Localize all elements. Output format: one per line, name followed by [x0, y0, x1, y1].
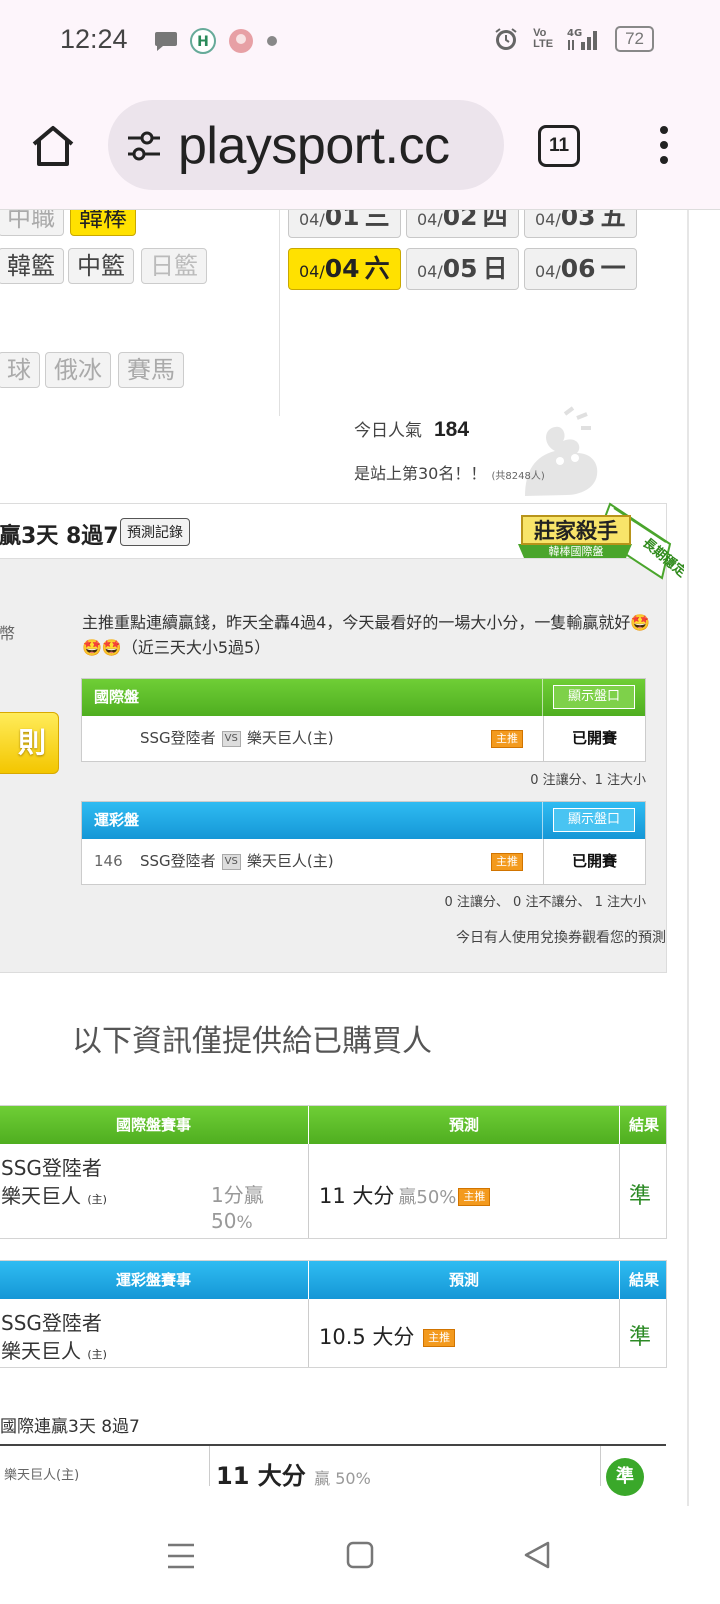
svg-text:4G: 4G [567, 28, 582, 39]
vs-icon: VS [221, 853, 241, 870]
record-button[interactable]: 預測記錄 [120, 518, 190, 546]
game-number: 146 [94, 852, 123, 870]
page-scrollbar-track [687, 210, 689, 1506]
menu-icon[interactable] [660, 126, 670, 171]
main-pick-tag: 主推 [491, 853, 523, 871]
date-0406[interactable]: 04/06 一 [524, 248, 637, 290]
prediction: 11 大分 贏50% 主推 [319, 1180, 491, 1210]
cat-ball[interactable]: 球 [0, 352, 40, 388]
away-team: SSG登陸者 [1, 1311, 102, 1335]
svg-text:韓棒國際盤: 韓棒國際盤 [549, 544, 604, 558]
away-team: SSG登陸者 [1, 1156, 102, 1180]
intl-match-row[interactable]: SSG登陸者 VS 樂天巨人(主) 主推 已開賽 [82, 716, 645, 761]
match-status: 已開賽 [543, 716, 645, 761]
history-table-peek: 樂天巨人(主) 11 大分 贏 50% 準 [0, 1444, 666, 1506]
lottery-market-header: 運彩盤 顯示盤口 [82, 802, 645, 839]
intl-count-note: 0 注讓分、1 注大小 [530, 773, 646, 788]
web-content: 中職 韓棒 韓籃 中籃 日籃 球 俄冰 賽馬 04/01 三 04/02 四 0… [0, 210, 720, 1506]
peek-result-icon: 準 [606, 1458, 644, 1496]
lottery-result-header: 運彩盤賽事 預測 結果 [0, 1261, 666, 1299]
intl-result-header: 國際盤賽事 預測 結果 [0, 1106, 666, 1144]
analysis-text: 主推重點連續贏錢，昨天全轟4過4，今天最看好的一場大小分，一隻輸贏就好🤩🤩🤩（近… [82, 613, 651, 657]
main-pick-tag: 主推 [491, 730, 523, 748]
app-badge-icon [229, 29, 253, 53]
home-team: 樂天巨人 (主) [1, 1184, 107, 1208]
lottery-result-table: 運彩盤賽事 預測 結果 SSG登陸者 樂天巨人 (主) 10.5 大分 主推 準 [0, 1260, 667, 1368]
cat-cpbl[interactable]: 中職 [0, 210, 64, 236]
buyers-section-title: 以下資訊僅提供給已購買人 [72, 1024, 432, 1059]
system-icons: Vo LTE 4G 72 [493, 26, 654, 52]
result-correct: 準 [629, 1184, 652, 1209]
cat-sbl[interactable]: 中籃 [68, 248, 134, 284]
notification-icons: H [154, 28, 278, 54]
cat-bleague[interactable]: 日籃 [141, 248, 207, 284]
lottery-market-table: 運彩盤 顯示盤口 146 SSG登陸者 VS 樂天巨人(主) 主推 已開賽 [81, 801, 646, 885]
tab-switcher-button[interactable]: 11 [538, 125, 580, 167]
battery-icon: 72 [615, 26, 654, 52]
alarm-icon [495, 28, 517, 50]
intl-result-table: 國際盤賽事 預測 結果 SSG登陸者 樂天巨人 (主) 1分贏 50% 11 大分… [0, 1105, 667, 1239]
date-0403[interactable]: 04/03 五 [524, 210, 637, 238]
recents-icon[interactable] [166, 1542, 196, 1570]
match-status: 已開賽 [543, 839, 645, 884]
signal-4g-icon: 4G [567, 28, 598, 50]
back-icon[interactable] [522, 1540, 552, 1570]
date-0404[interactable]: 04/04 六 [288, 248, 401, 290]
date-0401[interactable]: 04/01 三 [288, 210, 401, 238]
chat-bubble-icon [155, 32, 177, 51]
date-0402[interactable]: 04/02 四 [406, 210, 519, 238]
svg-text:莊家殺手: 莊家殺手 [534, 519, 618, 543]
lottery-result-row: SSG登陸者 樂天巨人 (主) 10.5 大分 主推 準 [0, 1299, 666, 1367]
system-nav-bar [0, 1506, 720, 1604]
prediction: 10.5 大分 主推 [319, 1321, 456, 1351]
banker-killer-badge-icon: 長期穩定 莊家殺手 韓棒國際盤 [518, 502, 684, 580]
clock: 12:24 [60, 24, 128, 54]
main-pick-tag: 主推 [458, 1188, 491, 1206]
result-correct: 準 [629, 1325, 652, 1350]
rules-button[interactable]: 則 [0, 712, 59, 774]
main-pick-tag: 主推 [423, 1329, 456, 1347]
streak-title: 贏3天 8過7 [0, 524, 119, 549]
intl-result-row: SSG登陸者 樂天巨人 (主) 1分贏 50% 11 大分 贏50% 主推 準 [0, 1144, 666, 1238]
vs-icon: VS [221, 730, 241, 747]
lottery-count-note: 0 注讓分、 0 注不讓分、 1 注大小 [444, 895, 646, 910]
status-bar: 12:24 H Vo LTE 4G 72 [0, 0, 720, 84]
site-settings-icon[interactable] [126, 128, 162, 164]
cat-kbl[interactable]: 韓籃 [0, 248, 64, 284]
mascot-watermark-icon [525, 406, 598, 496]
show-odds-button[interactable]: 顯示盤口 [552, 685, 635, 709]
volte-icon: Vo LTE [533, 27, 554, 50]
score-result: 1分贏 50% [211, 1183, 264, 1233]
cat-kbo[interactable]: 韓棒 [70, 210, 136, 236]
show-odds-button[interactable]: 顯示盤口 [552, 808, 635, 832]
peek-prediction: 11 大分 贏 50% [216, 1462, 371, 1490]
svg-text:H: H [197, 34, 209, 50]
more-notifications-dot [267, 36, 277, 46]
prediction-panel: 贏3天 8過7 預測記錄 長期穩定 莊家殺手 韓棒國際盤 幣 則 主推重點連續贏… [0, 502, 684, 973]
home-team: 樂天巨人 (主) [1, 1339, 107, 1363]
daily-popularity: 今日人氣 184 [354, 418, 470, 441]
h-app-icon: H [190, 28, 216, 54]
date-0405[interactable]: 04/05 日 [406, 248, 519, 290]
site-rank: 是站上第30名！！ (共8248人) [354, 464, 545, 483]
voucher-note: 今日有人使用兌換券觀看您的預測 [456, 930, 666, 946]
coin-label: 幣 [0, 624, 16, 643]
divider [279, 210, 280, 416]
home-nav-icon[interactable] [346, 1540, 374, 1570]
intl-streak-label: 國際連贏3天 8過7 [0, 1417, 140, 1437]
intl-market-header: 國際盤 顯示盤口 [82, 679, 645, 716]
home-icon[interactable] [30, 124, 76, 168]
cat-horse[interactable]: 賽馬 [118, 352, 184, 388]
url-text: playsport.cc [178, 117, 450, 175]
peek-team: 樂天巨人(主) [4, 1468, 80, 1483]
cat-khl[interactable]: 俄冰 [45, 352, 111, 388]
address-bar[interactable]: playsport.cc [108, 100, 504, 190]
intl-market-table: 國際盤 顯示盤口 SSG登陸者 VS 樂天巨人(主) 主推 已開賽 [81, 678, 646, 762]
lottery-match-row[interactable]: 146 SSG登陸者 VS 樂天巨人(主) 主推 已開賽 [82, 839, 645, 884]
